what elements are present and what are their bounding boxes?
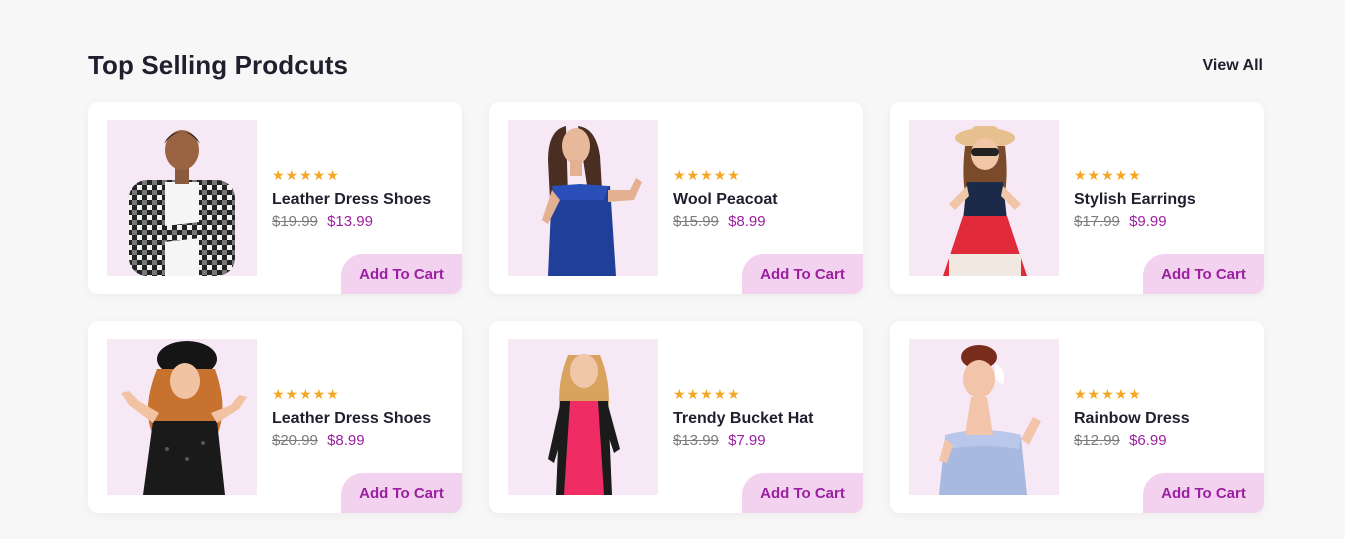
old-price: $20.99 xyxy=(272,432,318,449)
old-price: $15.99 xyxy=(673,213,719,230)
product-image[interactable] xyxy=(508,120,658,276)
rating-stars: ★★★★★ xyxy=(1074,386,1142,402)
woman-black-hat-photo-icon xyxy=(121,341,247,495)
view-all-link[interactable]: View All xyxy=(1203,57,1263,75)
blue-dress-woman-photo-icon xyxy=(542,126,642,276)
product-card[interactable]: ★★★★★ Wool Peacoat $15.99 $8.99 Add To C… xyxy=(489,102,863,294)
product-prices: $17.99 $9.99 xyxy=(1074,213,1254,231)
product-name[interactable]: Leather Dress Shoes xyxy=(272,190,452,210)
rating-stars: ★★★★★ xyxy=(1074,167,1142,183)
product-prices: $12.99 $6.99 xyxy=(1074,432,1254,450)
add-to-cart-button[interactable]: Add To Cart xyxy=(742,473,863,513)
product-image[interactable] xyxy=(508,339,658,495)
product-grid: ★★★★★ Leather Dress Shoes $19.99 $13.99 … xyxy=(88,102,1264,513)
product-prices: $20.99 $8.99 xyxy=(272,432,452,450)
current-price: $7.99 xyxy=(728,432,766,449)
product-name[interactable]: Trendy Bucket Hat xyxy=(673,409,853,429)
rating-stars: ★★★★★ xyxy=(272,386,340,402)
product-name[interactable]: Leather Dress Shoes xyxy=(272,409,452,429)
product-info: ★★★★★ Stylish Earrings $17.99 $9.99 xyxy=(1074,166,1254,231)
current-price: $9.99 xyxy=(1129,213,1167,230)
top-selling-section: Top Selling Prodcuts View All ★★★★★ Leat… xyxy=(0,0,1345,539)
product-image[interactable] xyxy=(909,120,1059,276)
product-card[interactable]: ★★★★★ Leather Dress Shoes $20.99 $8.99 A… xyxy=(88,321,462,513)
product-name[interactable]: Rainbow Dress xyxy=(1074,409,1254,429)
product-prices: $19.99 $13.99 xyxy=(272,213,452,231)
product-info: ★★★★★ Wool Peacoat $15.99 $8.99 xyxy=(673,166,853,231)
product-card[interactable]: ★★★★★ Rainbow Dress $12.99 $6.99 Add To … xyxy=(890,321,1264,513)
girl-red-dress-photo-icon xyxy=(943,126,1027,276)
rating-stars: ★★★★★ xyxy=(673,386,741,402)
section-title: Top Selling Prodcuts xyxy=(88,50,349,80)
product-info: ★★★★★ Rainbow Dress $12.99 $6.99 xyxy=(1074,385,1254,450)
product-name[interactable]: Wool Peacoat xyxy=(673,190,853,210)
product-prices: $15.99 $8.99 xyxy=(673,213,853,231)
product-image[interactable] xyxy=(107,120,257,276)
add-to-cart-button[interactable]: Add To Cart xyxy=(1143,473,1264,513)
girl-pink-dress-photo-icon xyxy=(548,354,620,495)
product-card[interactable]: ★★★★★ Stylish Earrings $17.99 $9.99 Add … xyxy=(890,102,1264,294)
current-price: $8.99 xyxy=(327,432,365,449)
pinup-woman-photo-icon xyxy=(939,345,1041,495)
product-card[interactable]: ★★★★★ Trendy Bucket Hat $13.99 $7.99 Add… xyxy=(489,321,863,513)
product-info: ★★★★★ Leather Dress Shoes $20.99 $8.99 xyxy=(272,385,452,450)
old-price: $13.99 xyxy=(673,432,719,449)
current-price: $6.99 xyxy=(1129,432,1167,449)
old-price: $17.99 xyxy=(1074,213,1120,230)
product-prices: $13.99 $7.99 xyxy=(673,432,853,450)
rating-stars: ★★★★★ xyxy=(673,167,741,183)
current-price: $13.99 xyxy=(327,213,373,230)
plaid-shirt-man-photo-icon xyxy=(129,130,235,276)
add-to-cart-button[interactable]: Add To Cart xyxy=(742,254,863,294)
product-info: ★★★★★ Leather Dress Shoes $19.99 $13.99 xyxy=(272,166,452,231)
add-to-cart-button[interactable]: Add To Cart xyxy=(1143,254,1264,294)
add-to-cart-button[interactable]: Add To Cart xyxy=(341,254,462,294)
add-to-cart-button[interactable]: Add To Cart xyxy=(341,473,462,513)
product-image[interactable] xyxy=(909,339,1059,495)
product-image[interactable] xyxy=(107,339,257,495)
product-card[interactable]: ★★★★★ Leather Dress Shoes $19.99 $13.99 … xyxy=(88,102,462,294)
old-price: $19.99 xyxy=(272,213,318,230)
current-price: $8.99 xyxy=(728,213,766,230)
product-info: ★★★★★ Trendy Bucket Hat $13.99 $7.99 xyxy=(673,385,853,450)
product-name[interactable]: Stylish Earrings xyxy=(1074,190,1254,210)
rating-stars: ★★★★★ xyxy=(272,167,340,183)
old-price: $12.99 xyxy=(1074,432,1120,449)
